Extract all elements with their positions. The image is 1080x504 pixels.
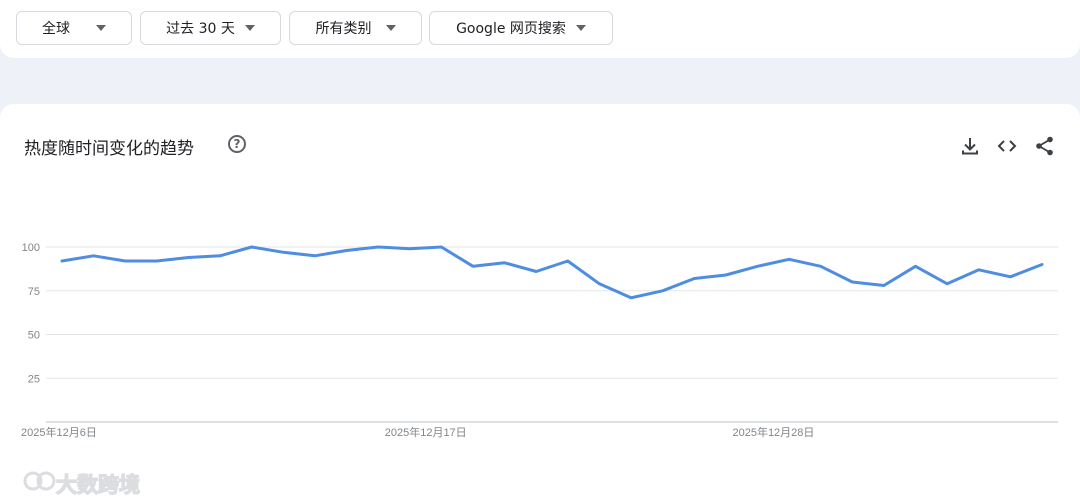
data-point	[851, 280, 854, 284]
x-tick-label: 2025年12月17日	[385, 425, 467, 439]
watermark-text: 大数跨境	[56, 473, 140, 497]
data-point	[629, 296, 633, 299]
x-tick-label: 2025年12月28日	[732, 425, 814, 439]
data-point	[60, 259, 64, 263]
data-point	[882, 284, 886, 287]
infinity-logo-icon	[23, 471, 56, 491]
y-tick-label: 50	[28, 330, 40, 342]
data-point	[250, 245, 253, 249]
x-tick-label: 2025年12月6日	[21, 425, 97, 439]
data-point	[945, 282, 949, 285]
data-point	[566, 259, 570, 263]
data-point	[187, 256, 190, 259]
data-point	[313, 254, 317, 257]
series-line	[60, 245, 1044, 300]
data-point	[693, 277, 696, 280]
data-point	[471, 265, 475, 268]
y-tick-label: 100	[22, 242, 40, 254]
data-point	[724, 273, 728, 277]
y-tick-label: 25	[28, 373, 40, 385]
data-point	[977, 268, 980, 271]
data-point	[1040, 263, 1044, 266]
y-tick-label: 75	[28, 286, 40, 298]
data-point	[598, 282, 601, 285]
data-point	[756, 265, 759, 268]
data-point	[345, 249, 348, 252]
data-point	[503, 261, 506, 264]
data-point	[661, 289, 664, 292]
data-point	[914, 265, 917, 268]
data-point	[155, 259, 159, 263]
data-point	[218, 254, 222, 257]
data-point	[819, 265, 822, 268]
data-point	[282, 251, 285, 254]
data-point	[787, 258, 791, 261]
data-point	[440, 245, 443, 249]
data-point	[408, 247, 411, 250]
data-point	[376, 245, 380, 249]
trend-line-chart: 100 75 50 25 2025年12月6日 2025年12月17日 2025年12月28…	[21, 242, 1058, 439]
data-point	[124, 259, 127, 263]
watermark: 大数跨境	[23, 471, 141, 498]
data-point	[1009, 275, 1012, 278]
data-point	[92, 254, 95, 257]
data-point	[534, 270, 538, 273]
